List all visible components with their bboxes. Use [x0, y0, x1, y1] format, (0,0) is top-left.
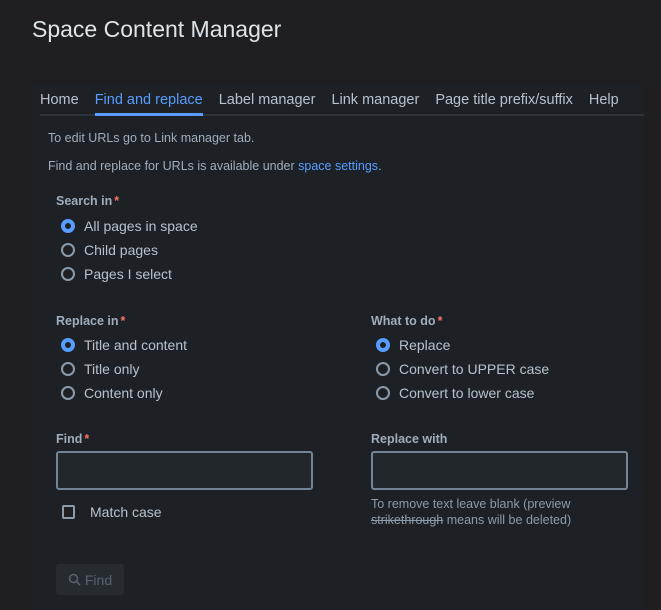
- radio-label: Convert to lower case: [399, 385, 535, 401]
- radio-label: Convert to UPPER case: [399, 361, 550, 377]
- info-period: .: [378, 159, 382, 173]
- radio-replace[interactable]: Replace: [376, 335, 450, 355]
- radio-icon: [61, 267, 75, 281]
- checkbox-label: Match case: [90, 504, 162, 520]
- replace-help-text: To remove text leave blank (preview stri…: [371, 496, 611, 528]
- find-button[interactable]: Find: [56, 564, 124, 595]
- tab-help[interactable]: Help: [589, 92, 619, 116]
- required-marker: *: [114, 194, 120, 208]
- radio-title-and-content[interactable]: Title and content: [61, 335, 187, 355]
- radio-label: Content only: [84, 385, 163, 401]
- radio-icon-selected: [61, 338, 75, 352]
- what-to-do-label: What to do *: [371, 314, 442, 328]
- radio-icon: [61, 243, 75, 257]
- label-text: Replace in: [56, 314, 119, 328]
- page-title: Space Content Manager: [32, 16, 282, 42]
- required-marker: *: [437, 314, 443, 328]
- radio-label: All pages in space: [84, 218, 198, 234]
- tab-home[interactable]: Home: [40, 92, 79, 116]
- info-text: Find and replace for URLs is available u…: [48, 159, 299, 173]
- radio-all-pages[interactable]: All pages in space: [61, 216, 198, 236]
- replace-with-label: Replace with: [371, 432, 448, 446]
- label-text: What to do: [371, 314, 436, 328]
- search-in-label: Search in *: [56, 194, 119, 208]
- tab-page-title-prefix-suffix[interactable]: Page title prefix/suffix: [435, 92, 573, 116]
- radio-label: Pages I select: [84, 266, 172, 282]
- match-case-checkbox[interactable]: Match case: [62, 502, 162, 522]
- radio-icon: [376, 386, 390, 400]
- radio-upper-case[interactable]: Convert to UPPER case: [376, 359, 549, 379]
- tab-find-and-replace[interactable]: Find and replace: [94, 92, 203, 116]
- radio-icon: [61, 362, 75, 376]
- radio-label: Child pages: [84, 242, 158, 258]
- radio-label: Title and content: [84, 337, 187, 353]
- info-text-space-settings: Find and replace for URLs is available u…: [48, 159, 382, 173]
- find-input[interactable]: [56, 451, 313, 490]
- radio-icon-selected: [61, 219, 75, 233]
- radio-icon-selected: [376, 338, 390, 352]
- label-text: Find: [56, 432, 83, 446]
- radio-child-pages[interactable]: Child pages: [61, 240, 158, 260]
- radio-icon: [61, 386, 75, 400]
- tab-bar: Home Find and replace Label manager Link…: [40, 92, 644, 116]
- search-icon: [68, 573, 81, 586]
- info-text-urls: To edit URLs go to Link manager tab.: [48, 131, 255, 145]
- help-text: means will be deleted): [443, 513, 572, 527]
- find-button-label: Find: [84, 571, 113, 588]
- space-settings-link[interactable]: space settings: [298, 159, 378, 173]
- required-marker: *: [84, 432, 90, 446]
- find-label: Find *: [56, 432, 89, 446]
- checkbox-icon: [62, 505, 75, 519]
- radio-pages-i-select[interactable]: Pages I select: [61, 264, 172, 284]
- help-text: To remove text leave blank (preview: [371, 497, 571, 511]
- replace-in-label: Replace in *: [56, 314, 125, 328]
- tab-link-manager[interactable]: Link manager: [331, 92, 419, 116]
- radio-title-only[interactable]: Title only: [61, 359, 140, 379]
- label-text: Search in: [56, 194, 113, 208]
- radio-label: Replace: [399, 337, 451, 353]
- radio-label: Title only: [84, 361, 140, 377]
- radio-lower-case[interactable]: Convert to lower case: [376, 383, 534, 403]
- replace-with-input[interactable]: [371, 451, 628, 490]
- radio-icon: [376, 362, 390, 376]
- radio-content-only[interactable]: Content only: [61, 383, 163, 403]
- tab-label-manager[interactable]: Label manager: [219, 92, 316, 116]
- help-strike-text: strikethrough: [371, 513, 444, 527]
- required-marker: *: [120, 314, 126, 328]
